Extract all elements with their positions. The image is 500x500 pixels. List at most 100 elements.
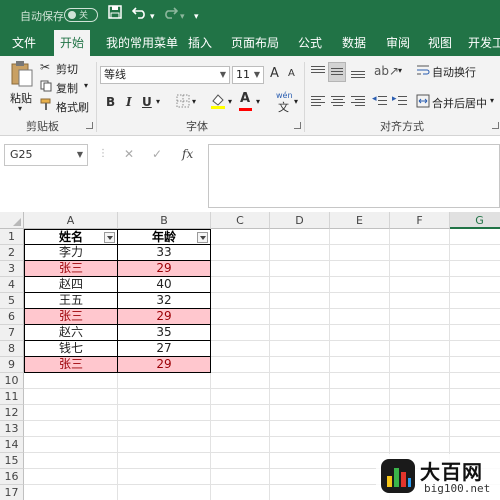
grid-cell[interactable]	[450, 373, 500, 389]
grid-cell[interactable]	[270, 325, 330, 341]
grid-cell[interactable]	[211, 277, 270, 293]
customize-toolbar-icon[interactable]: ▾	[194, 7, 199, 27]
grid-cell[interactable]	[390, 277, 450, 293]
tab-my-menu[interactable]: 我的常用菜单	[102, 30, 182, 56]
grid-cell[interactable]	[211, 389, 270, 405]
grid-cell[interactable]	[270, 437, 330, 453]
tab-developer[interactable]: 开发工	[468, 30, 500, 56]
column-header-f[interactable]: F	[390, 212, 450, 229]
row-header[interactable]: 4	[0, 277, 24, 293]
grid-cell[interactable]	[330, 437, 390, 453]
grid-cell[interactable]	[118, 437, 211, 453]
grid-cell[interactable]	[270, 373, 330, 389]
tab-data[interactable]: 数据	[338, 30, 370, 56]
grid-cell[interactable]	[270, 245, 330, 261]
grid-cell[interactable]	[270, 453, 330, 469]
table-cell-name[interactable]: 张三	[24, 309, 118, 325]
grid-cell[interactable]	[211, 261, 270, 277]
grid-cell[interactable]	[211, 325, 270, 341]
grid-cell[interactable]	[330, 405, 390, 421]
grid-cell[interactable]	[24, 373, 118, 389]
grid-cell[interactable]	[270, 389, 330, 405]
italic-button[interactable]: I	[126, 95, 132, 109]
borders-dropdown-icon[interactable]: ▾	[192, 97, 196, 106]
grid-cell[interactable]	[270, 357, 330, 373]
align-left-icon[interactable]	[310, 94, 326, 108]
insert-function-icon[interactable]: fx	[182, 147, 193, 161]
undo-icon[interactable]	[131, 4, 148, 24]
select-all-button[interactable]	[0, 212, 24, 229]
underline-dropdown-icon[interactable]: ▾	[156, 97, 160, 106]
grid-cell[interactable]	[211, 309, 270, 325]
grid-cell[interactable]	[390, 373, 450, 389]
grid-cell[interactable]	[24, 453, 118, 469]
grid-cell[interactable]	[211, 421, 270, 437]
merge-dropdown-icon[interactable]: ▾	[490, 96, 494, 105]
grid-cell[interactable]	[118, 453, 211, 469]
grid-cell[interactable]	[270, 485, 330, 500]
table-cell-age[interactable]: 29	[118, 309, 211, 325]
grid-cell[interactable]	[330, 261, 390, 277]
drag-handle-icon[interactable]: ⋮	[98, 148, 108, 159]
row-header[interactable]: 7	[0, 325, 24, 341]
table-cell-name[interactable]: 张三	[24, 261, 118, 277]
grid-cell[interactable]	[330, 421, 390, 437]
grid-cell[interactable]	[450, 325, 500, 341]
grid-cell[interactable]	[390, 357, 450, 373]
row-header[interactable]: 5	[0, 293, 24, 309]
phonetic-guide-icon[interactable]: 文	[278, 99, 289, 115]
align-middle-icon[interactable]	[328, 62, 346, 82]
copy-icon[interactable]	[40, 80, 52, 96]
font-color-dropdown-icon[interactable]: ▾	[256, 97, 260, 106]
row-header[interactable]: 16	[0, 469, 24, 485]
grid-cell[interactable]	[24, 469, 118, 485]
row-header[interactable]: 15	[0, 453, 24, 469]
cut-button[interactable]: 剪切	[56, 61, 78, 77]
grid-cell[interactable]	[24, 405, 118, 421]
row-header[interactable]: 2	[0, 245, 24, 261]
grid-cell[interactable]	[390, 309, 450, 325]
tab-formulas[interactable]: 公式	[294, 30, 326, 56]
grid-cell[interactable]	[270, 277, 330, 293]
row-header[interactable]: 3	[0, 261, 24, 277]
grid-cell[interactable]	[211, 357, 270, 373]
grid-cell[interactable]	[390, 229, 450, 245]
redo-icon[interactable]	[162, 4, 179, 24]
grid-cell[interactable]	[450, 245, 500, 261]
row-header[interactable]: 6	[0, 309, 24, 325]
formula-input[interactable]	[208, 144, 500, 208]
grid-cell[interactable]	[270, 261, 330, 277]
increase-indent-icon[interactable]: ▸	[392, 94, 408, 108]
grid-cell[interactable]	[24, 437, 118, 453]
table-cell-name[interactable]: 赵六	[24, 325, 118, 341]
table-cell-age[interactable]: 32	[118, 293, 211, 309]
table-cell-age[interactable]: 40	[118, 277, 211, 293]
column-header-g[interactable]: G	[450, 212, 500, 229]
grid-cell[interactable]	[118, 469, 211, 485]
tab-file[interactable]: 文件	[8, 30, 40, 56]
redo-dropdown-icon[interactable]: ▾	[180, 7, 185, 27]
grid-cell[interactable]	[270, 469, 330, 485]
grid-cell[interactable]	[211, 341, 270, 357]
grid-cell[interactable]	[390, 325, 450, 341]
font-size-select[interactable]: 11 ▼	[232, 66, 264, 84]
merge-center-icon[interactable]	[416, 94, 430, 112]
grid-cell[interactable]	[118, 485, 211, 500]
column-header-e[interactable]: E	[330, 212, 390, 229]
grid-cell[interactable]	[330, 229, 390, 245]
grid-cell[interactable]	[450, 405, 500, 421]
filter-dropdown-icon[interactable]	[197, 232, 208, 243]
font-name-select[interactable]: 等线 ▼	[100, 66, 230, 84]
font-color-icon[interactable]: A	[240, 91, 250, 106]
grid-cell[interactable]	[330, 277, 390, 293]
table-cell-name[interactable]: 李力	[24, 245, 118, 261]
grid-cell[interactable]	[450, 421, 500, 437]
grid-cell[interactable]	[211, 293, 270, 309]
grid-cell[interactable]	[211, 245, 270, 261]
column-header-d[interactable]: D	[270, 212, 330, 229]
grid-cell[interactable]	[211, 405, 270, 421]
header-cell-name[interactable]: 姓名	[24, 229, 118, 245]
grid-cell[interactable]	[450, 389, 500, 405]
grid-cell[interactable]	[390, 421, 450, 437]
table-cell-age[interactable]: 27	[118, 341, 211, 357]
